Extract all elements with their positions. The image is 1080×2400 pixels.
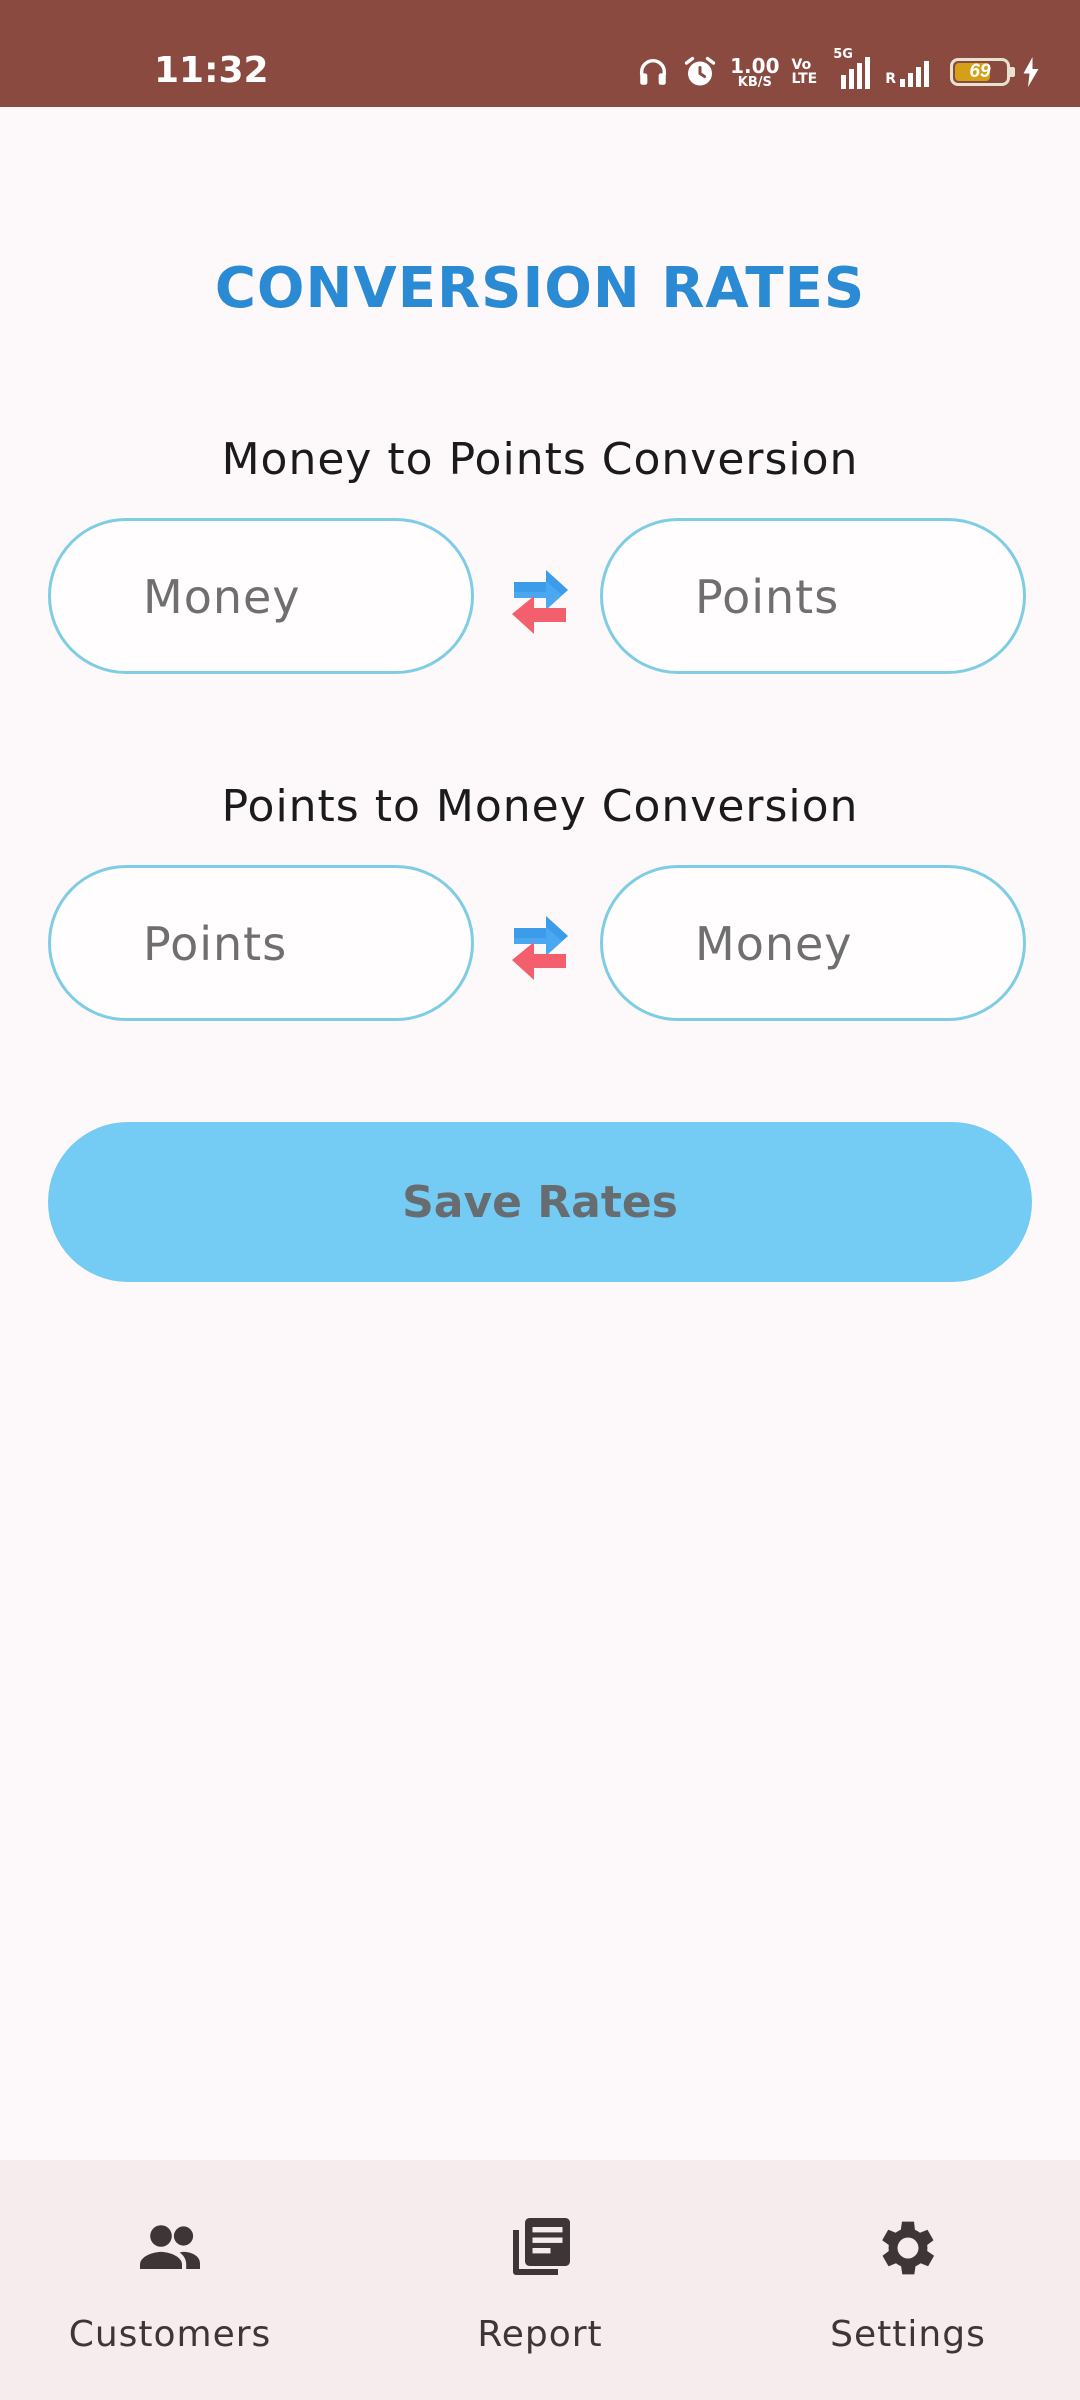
battery-icon: 69 [950, 58, 1015, 86]
points-to-money-title: Points to Money Conversion [221, 781, 859, 832]
money-to-points-title: Money to Points Conversion [221, 434, 859, 485]
charging-icon [1023, 57, 1039, 87]
points-input[interactable] [693, 521, 997, 673]
nav-label-settings: Settings [830, 2314, 986, 2355]
money-input[interactable] [693, 868, 997, 1020]
volte-indicator: Vo LTE [792, 58, 818, 86]
battery-level: 69 [969, 61, 991, 82]
points-input-field[interactable] [48, 865, 474, 1021]
swap-arrows-icon [512, 570, 568, 634]
alarm-icon [684, 56, 716, 86]
signal-bars-icon [900, 61, 929, 87]
network-speed-value: 1.00 [730, 53, 780, 78]
gear-icon [882, 2221, 935, 2275]
save-rates-button[interactable]: Save Rates [48, 1122, 1032, 1282]
nav-item-settings[interactable]: Settings [778, 2160, 1038, 2400]
status-time: 11:32 [154, 50, 269, 91]
page-title: CONVERSION RATES [214, 256, 866, 321]
network-speed-unit: KB/S [737, 74, 772, 90]
volte-bottom: LTE [791, 71, 818, 87]
roaming-label: R [885, 71, 896, 87]
report-icon [513, 2218, 570, 2275]
headphones-icon [640, 59, 667, 85]
network-type-label: 5G [833, 47, 853, 62]
nav-item-customers[interactable]: Customers [40, 2160, 300, 2400]
points-input-field[interactable] [600, 518, 1026, 674]
network-speed: 1.00 KB/S [730, 56, 779, 89]
volte-top: Vo [791, 57, 812, 73]
money-input-field[interactable] [600, 865, 1026, 1021]
status-bar: 11:32 1.00 KB/S Vo LTE 5G R 69 [0, 0, 1080, 107]
nav-label-report: Report [477, 2314, 603, 2355]
swap-arrows-icon [512, 916, 568, 980]
signal-roaming: R [885, 57, 938, 87]
people-icon [140, 2225, 200, 2269]
nav-label-customers: Customers [68, 2314, 272, 2355]
signal-5g: 5G [829, 47, 873, 89]
points-input[interactable] [141, 868, 445, 1020]
money-input-field[interactable] [48, 518, 474, 674]
bottom-navigation: Customers Report Settings [0, 2160, 1080, 2400]
status-icons: 1.00 KB/S Vo LTE 5G R 69 [636, 47, 1040, 92]
money-input[interactable] [141, 521, 445, 673]
nav-item-report[interactable]: Report [410, 2160, 670, 2400]
